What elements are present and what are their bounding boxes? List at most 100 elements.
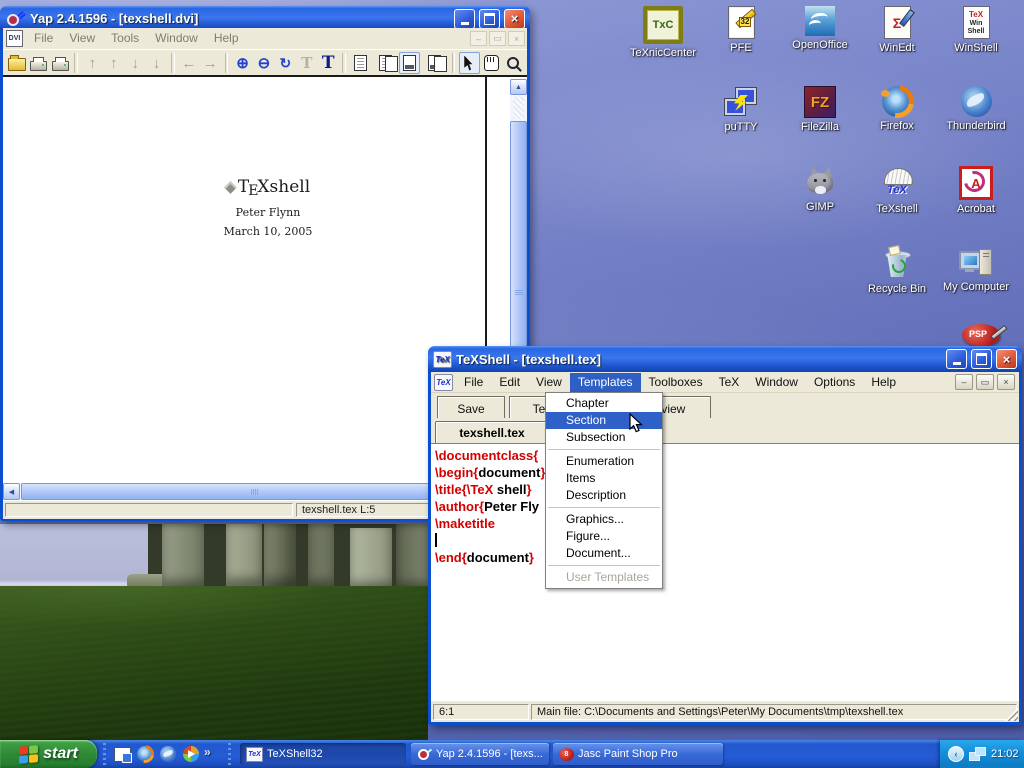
text-tool-icon[interactable]: T <box>318 52 338 74</box>
zoom-out-icon[interactable]: ⊖ <box>254 52 274 74</box>
continuous-view-icon[interactable] <box>399 52 420 74</box>
print-icon[interactable] <box>28 52 48 74</box>
back-icon[interactable]: ← <box>179 52 199 74</box>
yap-minimize-button[interactable] <box>454 9 475 29</box>
magnifier-tool-icon[interactable] <box>503 52 523 74</box>
resize-grip[interactable] <box>1005 708 1018 721</box>
quicklaunch-firefox-icon[interactable] <box>135 744 155 764</box>
mdi-close-icon[interactable]: × <box>508 31 525 46</box>
scroll-track[interactable] <box>513 97 524 119</box>
facing-pages-view-icon[interactable] <box>372 52 399 74</box>
single-page-view-icon[interactable] <box>350 52 370 74</box>
ruler-tool-icon[interactable]: T <box>297 52 317 74</box>
desktop-icon-label: TeXshell <box>858 203 936 215</box>
cursor-position-text: 6:1 <box>439 706 454 718</box>
texshell-titlebar[interactable]: TeX TeXShell - [texshell.tex] × <box>428 346 1022 372</box>
desktop-icon-recyclebin[interactable]: Recycle Bin <box>858 246 936 295</box>
desktop-icon-acrobat[interactable]: AAcrobat <box>937 166 1015 215</box>
texshell-menu-file[interactable]: File <box>456 373 491 392</box>
code-editor[interactable]: \documentclass{\begin{document}\title{\T… <box>431 443 1019 701</box>
quicklaunch-mediaplayer-icon[interactable] <box>181 744 201 764</box>
taskbar-task-jasc-paint-shop-pro[interactable]: 8Jasc Paint Shop Pro <box>553 743 723 765</box>
desktop-icon-filezilla[interactable]: FZFileZilla <box>781 86 859 133</box>
hand-tool-icon[interactable] <box>481 52 501 74</box>
desktop-icon-putty[interactable]: puTTY <box>702 86 780 133</box>
yap-menu-tools[interactable]: Tools <box>103 29 147 48</box>
start-button[interactable]: start <box>0 740 97 768</box>
yap-close-button[interactable]: × <box>504 9 525 29</box>
templates-menu-item-document[interactable]: Document... <box>546 545 662 562</box>
texshell-menu-help[interactable]: Help <box>863 373 904 392</box>
open-file-icon[interactable] <box>7 52 27 74</box>
scroll-thumb[interactable] <box>21 483 489 500</box>
yap-menu-window[interactable]: Window <box>147 29 206 48</box>
next-page-icon[interactable]: ↓ <box>125 52 145 74</box>
templates-menu-item-chapter[interactable]: Chapter <box>546 395 662 412</box>
texshell-menu-tex[interactable]: TeX <box>711 373 748 392</box>
texshell-close-button[interactable]: × <box>996 349 1017 369</box>
scroll-left-icon[interactable]: ◀ <box>3 483 20 500</box>
yap-menu-file[interactable]: File <box>26 29 61 48</box>
desktop-icon-thunderbird[interactable]: Thunderbird <box>937 86 1015 132</box>
continuous-facing-view-icon[interactable] <box>421 52 448 74</box>
texshell-menu-edit[interactable]: Edit <box>491 373 528 392</box>
network-tray-icon[interactable] <box>969 747 986 761</box>
desktop-icon-openoffice[interactable]: OpenOffice <box>781 6 859 51</box>
print-setup-icon[interactable] <box>50 52 70 74</box>
yap-maximize-button[interactable] <box>479 9 500 29</box>
quicklaunch-thunderbird-icon[interactable] <box>158 744 178 764</box>
templates-menu-item-description[interactable]: Description <box>546 487 662 504</box>
desktop-icon-pfe[interactable]: 32PFE <box>702 6 780 54</box>
templates-menu-item-graphics[interactable]: Graphics... <box>546 511 662 528</box>
yap-task-icon <box>417 748 432 761</box>
desktop-icon-winedt[interactable]: ΣWinEdt <box>858 6 936 54</box>
toolbar-separator <box>225 53 229 73</box>
texshell-menu-view[interactable]: View <box>528 373 570 392</box>
desktop-icon-firefox[interactable]: Firefox <box>858 86 936 132</box>
templates-menu-item-subsection[interactable]: Subsection <box>546 429 662 446</box>
last-page-icon[interactable]: ↓ <box>146 52 166 74</box>
texshell-menu-templates[interactable]: Templates <box>570 373 641 392</box>
tab-texshell-tex[interactable]: texshell.tex <box>435 421 549 443</box>
desktop-icon-gimp[interactable]: GIMP <box>781 166 859 213</box>
previous-page-icon[interactable]: ↑ <box>104 52 124 74</box>
taskbar-task-yap-2-4-1596-texs[interactable]: Yap 2.4.1596 - [texs... <box>411 743 549 765</box>
desktop-icon-mycomputer[interactable]: My Computer <box>937 246 1015 293</box>
templates-menu-item-figure[interactable]: Figure... <box>546 528 662 545</box>
show-desktop-icon[interactable] <box>112 744 132 764</box>
desktop-icon-paintshoppro[interactable]: PSP <box>958 322 1010 348</box>
templates-dropdown-menu: ChapterSectionSubsection EnumerationItems… <box>545 392 663 589</box>
mdi-restore-icon[interactable]: ▭ <box>489 31 506 46</box>
standing-stone <box>162 524 204 588</box>
mdi-restore-icon[interactable]: ▭ <box>976 374 994 390</box>
templates-menu-item-items[interactable]: Items <box>546 470 662 487</box>
texshell-menu-options[interactable]: Options <box>806 373 863 392</box>
desktop-icon-texshell[interactable]: TeXTeXshell <box>858 166 936 215</box>
first-page-icon[interactable]: ↑ <box>82 52 102 74</box>
mdi-minimize-icon[interactable]: – <box>470 31 487 46</box>
select-tool-icon[interactable] <box>459 52 480 74</box>
quick-launch-overflow-icon[interactable]: » <box>204 745 211 759</box>
templates-menu-item-section[interactable]: Section <box>546 412 662 429</box>
texshell-maximize-button[interactable] <box>971 349 992 369</box>
forward-icon[interactable]: → <box>200 52 220 74</box>
tray-chevron-icon[interactable]: ‹ <box>948 746 964 762</box>
refresh-icon[interactable]: ↻ <box>275 52 295 74</box>
texshell-menu-toolboxes[interactable]: Toolboxes <box>641 373 711 392</box>
desktop-icon-winshell[interactable]: TeXWinShellWinShell <box>937 6 1015 54</box>
mdi-minimize-icon[interactable]: – <box>955 374 973 390</box>
texniccenter-icon: TxC <box>643 6 683 44</box>
mycomputer-towline <box>983 253 989 254</box>
texshell-menu-window[interactable]: Window <box>747 373 806 392</box>
texshell-minimize-button[interactable] <box>946 349 967 369</box>
desktop-icon-texniccenter[interactable]: TxCTeXnicCenter <box>624 6 702 59</box>
taskbar-task-texshell32[interactable]: TeXTeXShell32 <box>240 743 406 765</box>
status-panel-empty <box>5 503 293 517</box>
yap-menu-view[interactable]: View <box>61 29 103 48</box>
yap-menu-help[interactable]: Help <box>206 29 247 48</box>
mdi-close-icon[interactable]: × <box>997 374 1015 390</box>
psp-icon-glyph: PSP <box>969 329 987 339</box>
scroll-up-icon[interactable]: ▲ <box>510 79 527 95</box>
templates-menu-item-enumeration[interactable]: Enumeration <box>546 453 662 470</box>
zoom-in-icon[interactable]: ⊕ <box>232 52 252 74</box>
